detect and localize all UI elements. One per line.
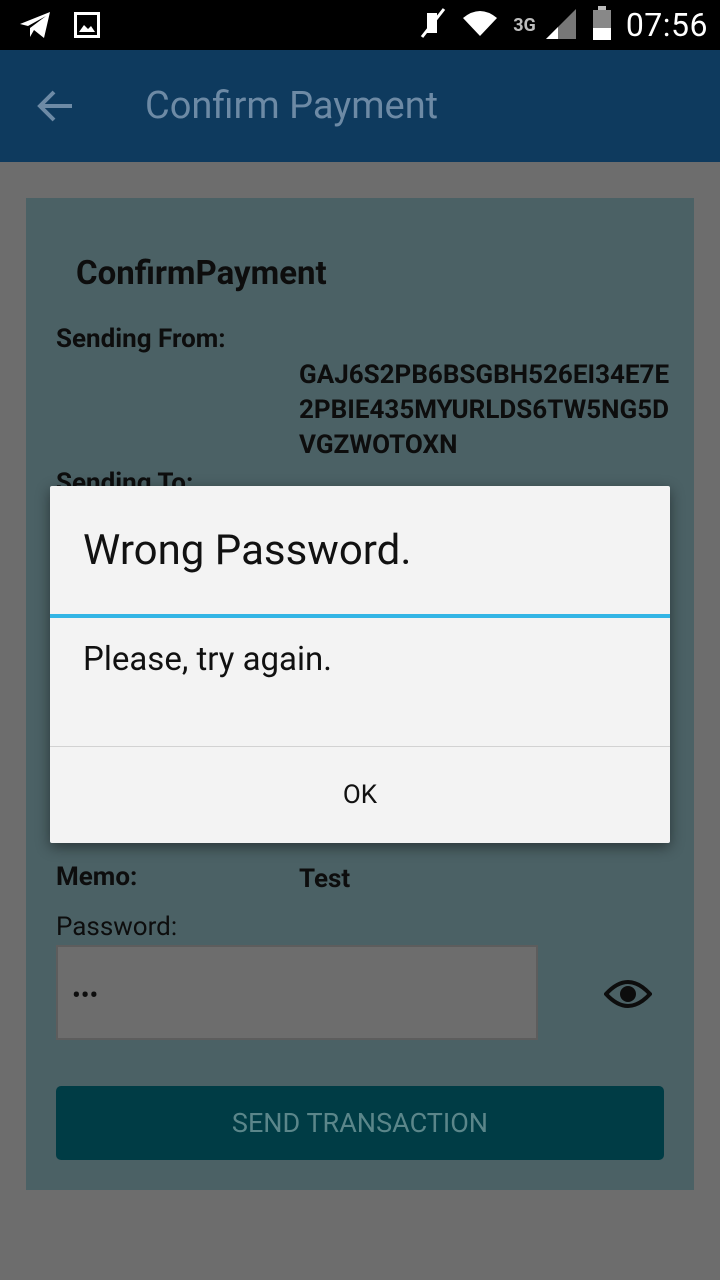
mute-icon xyxy=(419,7,447,43)
sending-from-label: Sending From: xyxy=(56,324,226,354)
back-arrow-icon[interactable] xyxy=(36,88,76,124)
ok-button[interactable]: OK xyxy=(50,747,670,843)
memo-label: Memo: xyxy=(56,862,138,892)
send-transaction-button[interactable]: SEND TRANSACTION xyxy=(56,1086,664,1160)
password-input[interactable]: ••• xyxy=(56,945,538,1040)
sending-from-value: GAJ6S2PB6BSGBH526EI34E7E2PBIE435MYURLDS6… xyxy=(299,360,670,460)
image-icon xyxy=(74,12,100,42)
card-heading: ConfirmPayment xyxy=(76,254,327,293)
password-label: Password: xyxy=(56,912,178,942)
memo-value: Test xyxy=(299,864,351,894)
eye-icon[interactable] xyxy=(603,976,653,1012)
dialog-title: Wrong Password. xyxy=(83,526,412,575)
network-type: 3G xyxy=(513,14,536,36)
dialog-message: Please, try again. xyxy=(83,640,332,679)
clock: 07:56 xyxy=(625,6,708,44)
app-bar-title: Confirm Payment xyxy=(145,84,439,128)
dialog-divider xyxy=(50,614,670,618)
wifi-icon xyxy=(461,8,499,42)
status-bar: 3G 07:56 xyxy=(0,0,720,50)
app-bar: Confirm Payment xyxy=(0,50,720,162)
signal-icon xyxy=(544,7,578,43)
wrong-password-dialog: Wrong Password. Please, try again. OK xyxy=(50,486,670,843)
telegram-icon xyxy=(18,10,52,44)
battery-icon xyxy=(592,6,612,44)
